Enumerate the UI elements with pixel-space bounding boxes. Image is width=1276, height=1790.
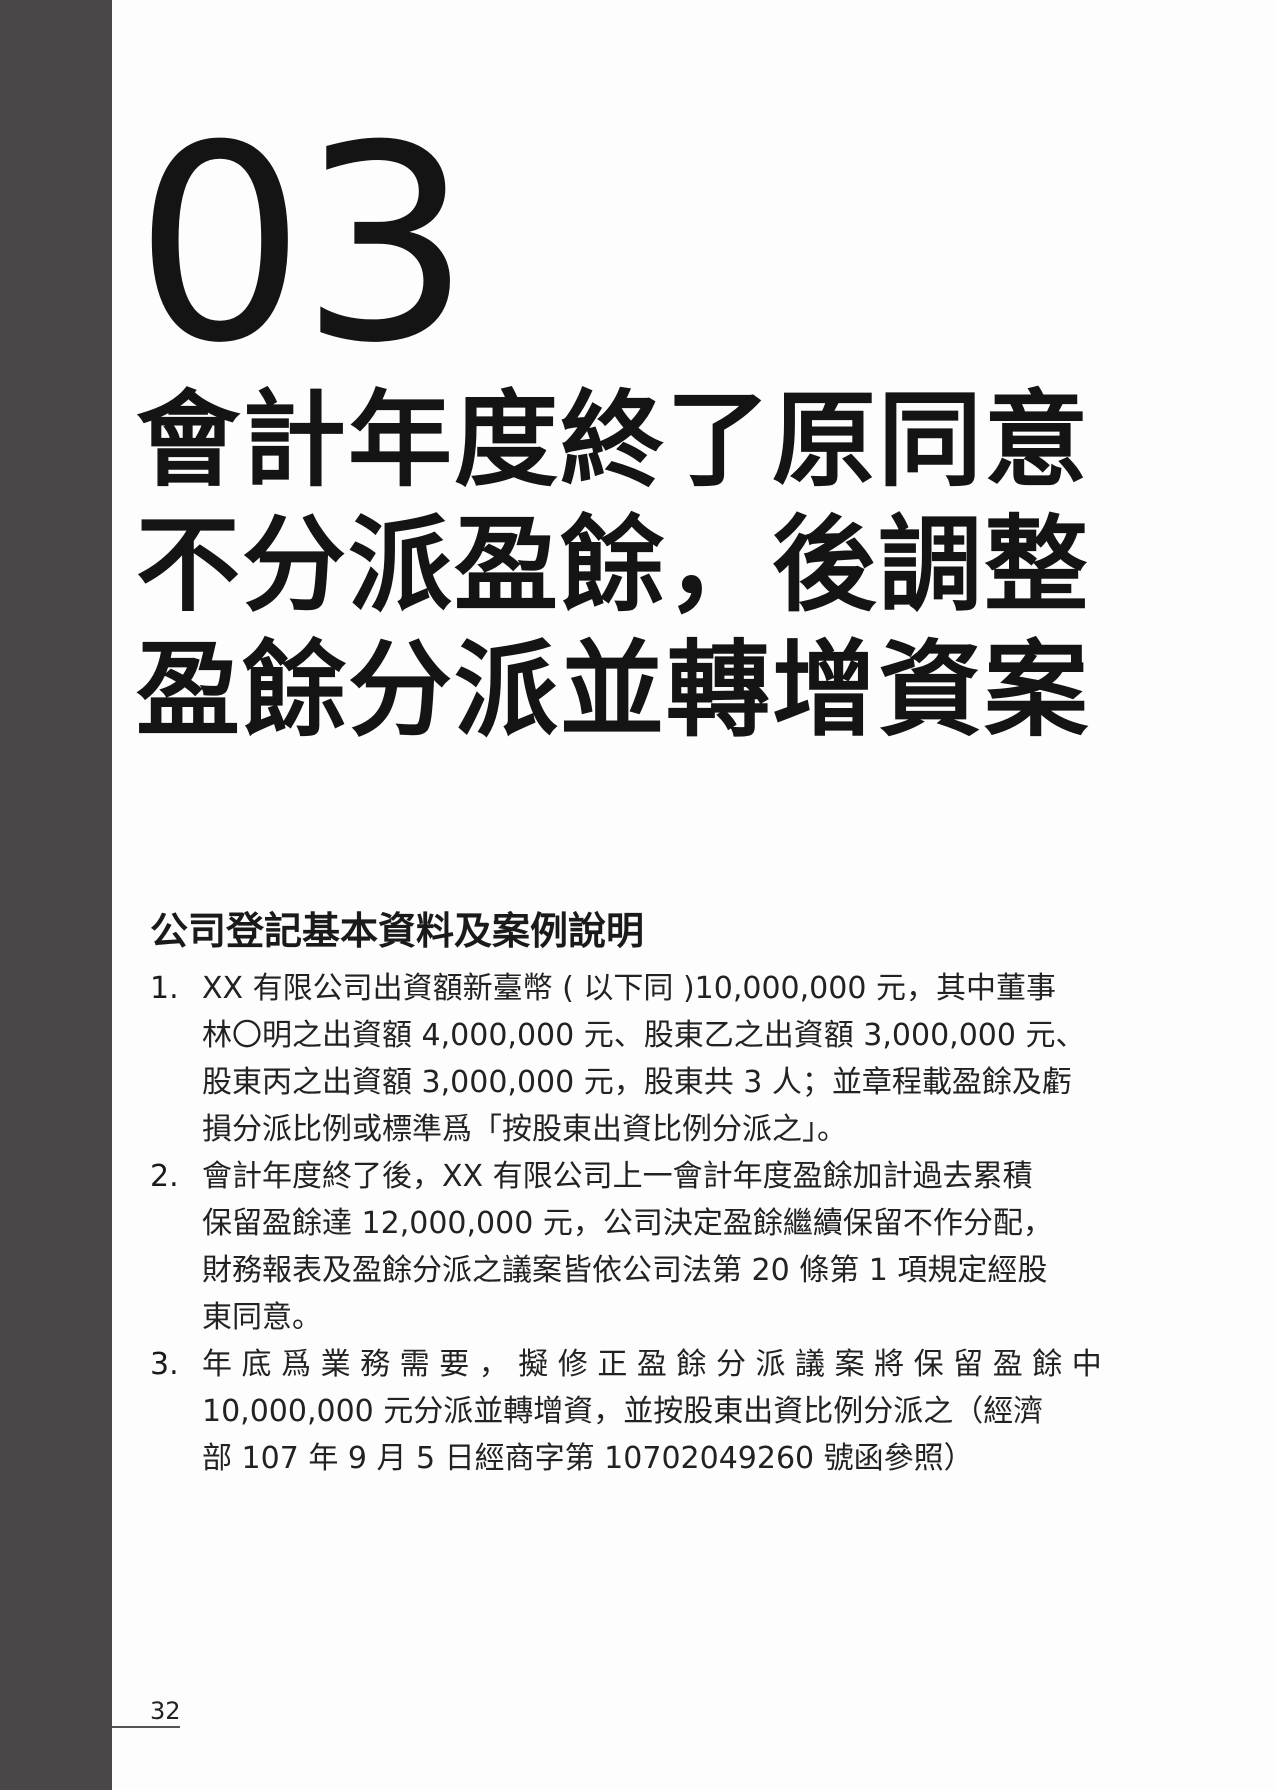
item-line: 保留盈餘達 12,000,000 元，公司決定盈餘繼續保留不作分配， [202,1206,1053,1241]
item-number: 3. [150,1347,179,1382]
title-line: 不分派盈餘，後調整 [136,504,1091,626]
item-line: XX 有限公司出資額新臺幣 ( 以下同 )10,000,000 元，其中董事 [202,971,1056,1006]
title-line: 會計年度終了原同意 [136,379,1091,501]
chapter-number: 03 [134,87,472,402]
item-line: 會計年度終了後，XX 有限公司上一會計年度盈餘加計過去累積 [202,1159,1033,1194]
case-list: 1. XX 有限公司出資額新臺幣 ( 以下同 )10,000,000 元，其中董… [150,965,1180,1482]
list-item: 1. XX 有限公司出資額新臺幣 ( 以下同 )10,000,000 元，其中董… [150,965,1180,1153]
page-number-rule [112,1726,180,1728]
item-line: 損分派比例或標準爲「按股東出資比例分派之」。 [202,1112,847,1147]
list-item: 2. 會計年度終了後，XX 有限公司上一會計年度盈餘加計過去累積 保留盈餘達 1… [150,1153,1180,1341]
item-line: 10,000,000 元分派並轉增資，並按股東出資比例分派之（經濟 [202,1394,1044,1429]
chapter-title: 會計年度終了原同意 不分派盈餘，後調整 盈餘分派並轉增資案 [136,378,1186,753]
item-line: 部 107 年 9 月 5 日經商字第 10702049260 號函參照） [202,1441,974,1476]
page-number: 32 [150,1697,181,1725]
item-line: 東同意。 [202,1300,322,1335]
title-line: 盈餘分派並轉增資案 [136,629,1091,751]
item-number: 1. [150,971,179,1006]
item-number: 2. [150,1159,179,1194]
item-line: 財務報表及盈餘分派之議案皆依公司法第 20 條第 1 項規定經股 [202,1253,1048,1288]
section-heading: 公司登記基本資料及案例說明 [150,909,645,953]
page-sidebar-band [0,0,112,1790]
item-line: 林〇明之出資額 4,000,000 元、股東乙之出資額 3,000,000 元、 [202,1018,1086,1053]
item-line: 股東丙之出資額 3,000,000 元，股東共 3 人；並章程載盈餘及虧 [202,1065,1072,1100]
item-line: 年 底 爲 業 務 需 要 ， 擬 修 正 盈 餘 分 派 議 案 將 保 留 … [202,1347,1102,1382]
list-item: 3. 年 底 爲 業 務 需 要 ， 擬 修 正 盈 餘 分 派 議 案 將 保… [150,1341,1180,1482]
